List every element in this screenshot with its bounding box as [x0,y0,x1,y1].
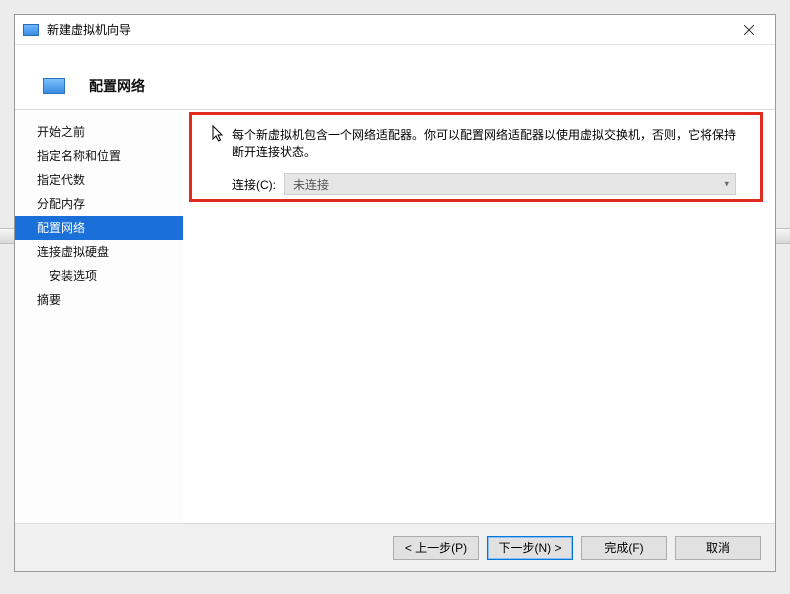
wizard-body: 开始之前 指定名称和位置 指定代数 分配内存 配置网络 连接虚拟硬盘 安装选项 … [15,110,775,523]
app-icon [23,24,39,36]
sidebar-item-before-begin[interactable]: 开始之前 [15,120,183,144]
chevron-down-icon: ▾ [724,179,729,190]
sidebar-item-label: 开始之前 [37,125,85,139]
connection-row: 连接(C): 未连接 ▾ [232,173,744,195]
close-button[interactable] [727,16,771,44]
previous-button[interactable]: < 上一步(P) [393,536,479,560]
sidebar-item-label: 指定代数 [37,173,85,187]
cancel-button[interactable]: 取消 [675,536,761,560]
page-title: 配置网络 [89,76,145,96]
sidebar-item-generation[interactable]: 指定代数 [15,168,183,192]
cursor-icon [212,125,224,143]
sidebar-item-install-options[interactable]: 安装选项 [15,264,183,288]
next-button[interactable]: 下一步(N) > [487,536,573,560]
wizard-footer: < 上一步(P) 下一步(N) > 完成(F) 取消 [15,523,775,571]
wizard-steps-sidebar: 开始之前 指定名称和位置 指定代数 分配内存 配置网络 连接虚拟硬盘 安装选项 … [15,110,183,523]
sidebar-item-memory[interactable]: 分配内存 [15,192,183,216]
sidebar-item-label: 连接虚拟硬盘 [37,245,109,259]
monitor-icon [43,78,65,94]
button-label: 完成(F) [604,539,643,556]
sidebar-item-vhd[interactable]: 连接虚拟硬盘 [15,240,183,264]
sidebar-item-label: 摘要 [37,293,61,307]
connection-dropdown[interactable]: 未连接 ▾ [284,173,736,195]
sidebar-item-label: 安装选项 [49,269,97,283]
sidebar-item-label: 配置网络 [37,221,85,235]
connection-value: 未连接 [293,176,329,193]
finish-button[interactable]: 完成(F) [581,536,667,560]
title-bar: 新建虚拟机向导 [15,15,775,45]
connection-label: 连接(C): [232,176,276,193]
description-text: 每个新虚拟机包含一个网络适配器。你可以配置网络适配器以使用虚拟交换机，否则，它将… [232,127,744,161]
wizard-dialog: 新建虚拟机向导 配置网络 开始之前 指定名称和位置 指定代数 分配内存 配置网络… [14,14,776,572]
wizard-content: 每个新虚拟机包含一个网络适配器。你可以配置网络适配器以使用虚拟交换机，否则，它将… [183,110,775,523]
sidebar-item-summary[interactable]: 摘要 [15,288,183,312]
sidebar-item-label: 分配内存 [37,197,85,211]
button-label: < 上一步(P) [405,539,467,556]
wizard-header: 配置网络 [15,45,775,109]
window-title: 新建虚拟机向导 [47,21,727,38]
sidebar-item-label: 指定名称和位置 [37,149,121,163]
highlight-annotation: 每个新虚拟机包含一个网络适配器。你可以配置网络适配器以使用虚拟交换机，否则，它将… [189,112,763,202]
button-label: 下一步(N) > [498,539,561,556]
sidebar-item-name-location[interactable]: 指定名称和位置 [15,144,183,168]
button-label: 取消 [706,539,730,556]
sidebar-item-network[interactable]: 配置网络 [15,216,183,240]
close-icon [744,25,754,35]
